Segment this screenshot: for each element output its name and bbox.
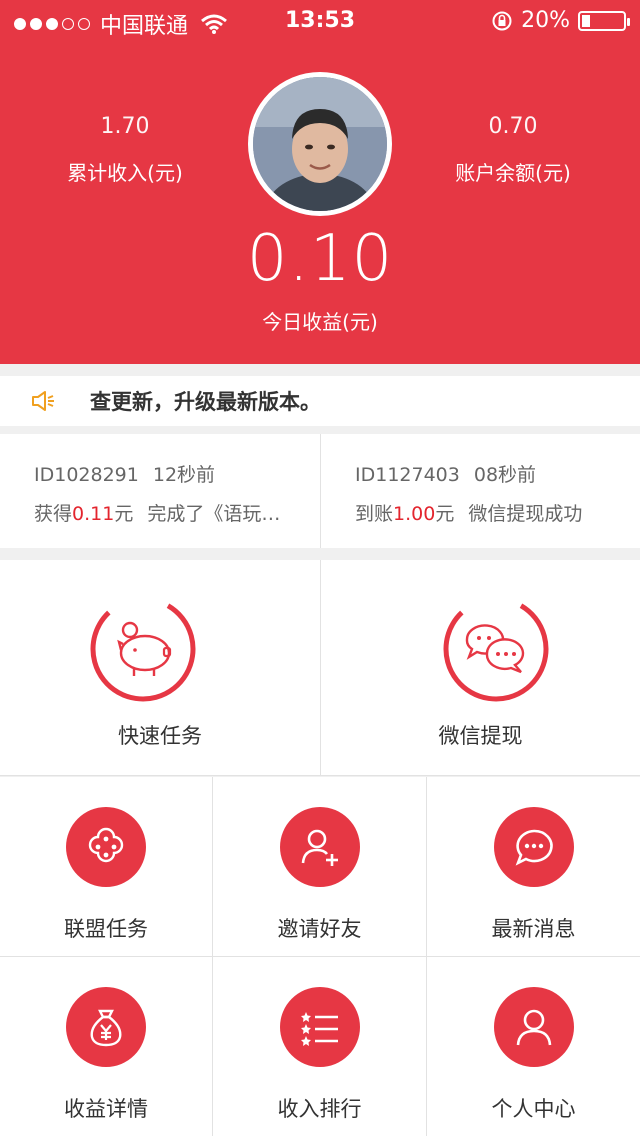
alliance-task-button[interactable]: 联盟任务 <box>0 777 213 957</box>
personal-center-label: 个人中心 <box>491 1097 576 1121</box>
today-earnings-value: 0.10 <box>246 222 394 296</box>
personal-center-button[interactable]: 个人中心 <box>427 957 640 1136</box>
feed-unit: 元 <box>114 503 134 525</box>
wechat-withdraw-button[interactable]: 微信提现 <box>320 560 640 776</box>
alliance-task-label: 联盟任务 <box>64 917 148 941</box>
battery-icon <box>578 10 630 31</box>
quick-task-button[interactable]: 快速任务 <box>0 560 320 776</box>
balance-label: 账户余额(元) <box>455 161 571 185</box>
today-earnings-label: 今日收益(元) <box>262 310 378 334</box>
feed-header: ID1028291 12秒前 <box>34 460 320 487</box>
feed-item[interactable]: ID1028291 12秒前 获得0.11元 完成了《语玩… <box>0 434 320 548</box>
feed-user-id: ID1127403 <box>355 464 460 486</box>
alliance-icon <box>66 807 146 887</box>
latest-news-label: 最新消息 <box>491 917 576 941</box>
add-user-icon <box>279 807 360 887</box>
speaker-icon <box>32 391 54 411</box>
invite-friends-button[interactable]: 邀请好友 <box>213 777 427 957</box>
feature-grid: 联盟任务 邀请好友 最新消息 收益详情 收入排行 个人中心 <box>0 777 640 1136</box>
feed-amount: 1.00 <box>393 503 436 525</box>
wechat-withdraw-label: 微信提现 <box>438 724 523 748</box>
feed-user-id: ID1028291 <box>34 464 139 486</box>
income-ranking-label: 收入排行 <box>277 1097 362 1121</box>
quick-task-label: 快速任务 <box>118 724 202 748</box>
avatar[interactable] <box>248 72 392 216</box>
balance-value: 0.70 <box>488 114 538 139</box>
ranking-icon <box>279 987 360 1067</box>
status-bar: 中国联通 13:53 20% <box>0 0 640 42</box>
invite-friends-label: 邀请好友 <box>277 917 362 941</box>
feed-detail: 获得0.11元 完成了《语玩… <box>34 499 320 526</box>
activity-feed: ID1028291 12秒前 获得0.11元 完成了《语玩… ID1127403 08… <box>0 434 640 548</box>
feed-description: 微信提现成功 <box>468 503 583 525</box>
notice-text: 查更新，升级最新版本。 <box>90 390 321 414</box>
balance-stat[interactable]: 0.70 账户余额(元) <box>428 114 598 186</box>
feed-prefix: 获得 <box>34 503 73 525</box>
feed-time: 08秒前 <box>473 464 537 486</box>
status-right: 20% <box>491 8 630 33</box>
feed-unit: 元 <box>435 503 455 525</box>
total-income-value: 1.70 <box>100 114 150 139</box>
update-notice[interactable]: 查更新，升级最新版本。 <box>0 376 640 426</box>
rotation-lock-icon <box>492 11 512 30</box>
main-actions: 快速任务 微信提现 <box>0 560 640 776</box>
latest-news-button[interactable]: 最新消息 <box>427 777 640 957</box>
total-income-stat[interactable]: 1.70 累计收入(元) <box>40 114 210 186</box>
feed-amount: 0.11 <box>72 503 115 525</box>
earnings-detail-button[interactable]: 收益详情 <box>0 957 213 1136</box>
feed-item[interactable]: ID1127403 08秒前 到账1.00元 微信提现成功 <box>320 434 640 548</box>
battery-percent: 20% <box>521 8 570 33</box>
feed-detail: 到账1.00元 微信提现成功 <box>355 499 640 526</box>
message-icon <box>493 807 574 887</box>
money-bag-icon <box>66 987 146 1067</box>
feed-time: 12秒前 <box>152 464 216 486</box>
feed-description: 完成了《语玩… <box>147 503 281 525</box>
avatar-image <box>253 77 387 211</box>
income-ranking-button[interactable]: 收入排行 <box>213 957 427 1136</box>
feed-header: ID1127403 08秒前 <box>355 460 640 487</box>
summary-header: 中国联通 13:53 20% 1.70 累计收入(元) 0.70 账户余额(元)… <box>0 0 640 364</box>
piggy-bank-icon <box>90 596 196 702</box>
wechat-icon <box>443 596 549 702</box>
feed-prefix: 到账 <box>355 503 394 525</box>
total-income-label: 累计收入(元) <box>67 161 183 185</box>
earnings-detail-label: 收益详情 <box>64 1097 148 1121</box>
person-icon <box>493 987 574 1067</box>
